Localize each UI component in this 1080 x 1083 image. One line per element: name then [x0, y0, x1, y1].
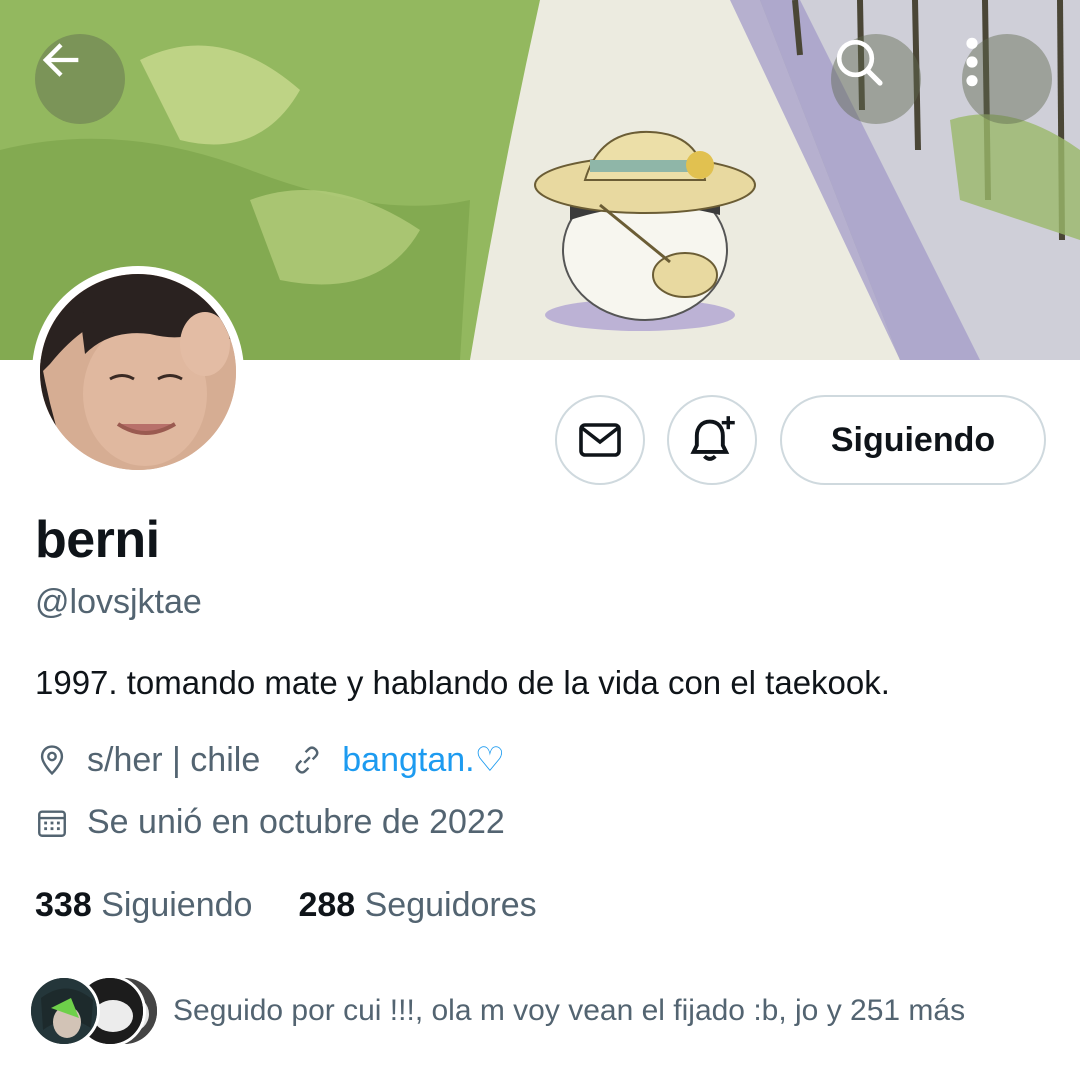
search-icon — [836, 39, 883, 86]
website-link[interactable]: bangtan.♡ — [342, 740, 505, 780]
user-handle: @lovsjktae — [35, 583, 202, 621]
back-button[interactable] — [35, 34, 125, 124]
profile-meta-joined: Se unió en octubre de 2022 — [35, 803, 505, 842]
follow-stats: 338 Siguiendo 288 Seguidores — [35, 886, 583, 925]
more-vertical-icon — [966, 37, 978, 87]
follower-avatars — [28, 975, 163, 1047]
location-pin-icon — [35, 743, 69, 777]
message-button[interactable] — [555, 395, 645, 485]
avatar-image — [40, 274, 236, 470]
location-text: s/her | chile — [87, 740, 261, 779]
avatar[interactable] — [32, 266, 244, 478]
more-options-button[interactable] — [962, 34, 1052, 124]
following-count: 338 — [35, 886, 92, 924]
search-button[interactable] — [831, 34, 921, 124]
avatar-photo — [40, 274, 236, 470]
notifications-button[interactable] — [667, 395, 757, 485]
following-button[interactable]: Siguiendo — [780, 395, 1046, 485]
followed-by-text: Seguido por cui !!!, ola m voy vean el f… — [173, 994, 966, 1027]
profile-meta-location-link: s/her | chile bangtan.♡ — [35, 740, 505, 780]
following-label: Siguiendo — [101, 886, 253, 924]
arrow-left-icon — [42, 43, 79, 77]
followers-stat[interactable]: 288 Seguidores — [298, 886, 536, 925]
display-name: berni — [35, 511, 160, 569]
followed-by-row[interactable]: Seguido por cui !!!, ola m voy vean el f… — [28, 975, 965, 1047]
bell-plus-icon — [690, 416, 735, 461]
following-stat[interactable]: 338 Siguiendo — [35, 886, 252, 925]
follower-avatar — [28, 975, 100, 1047]
followers-label: Seguidores — [364, 886, 537, 924]
calendar-icon — [35, 806, 69, 840]
profile-bio: 1997. tomando mate y hablando de la vida… — [35, 664, 890, 701]
followers-count: 288 — [298, 886, 356, 924]
link-icon — [290, 743, 324, 777]
mail-icon — [579, 423, 621, 457]
joined-date: Se unió en octubre de 2022 — [87, 803, 505, 841]
